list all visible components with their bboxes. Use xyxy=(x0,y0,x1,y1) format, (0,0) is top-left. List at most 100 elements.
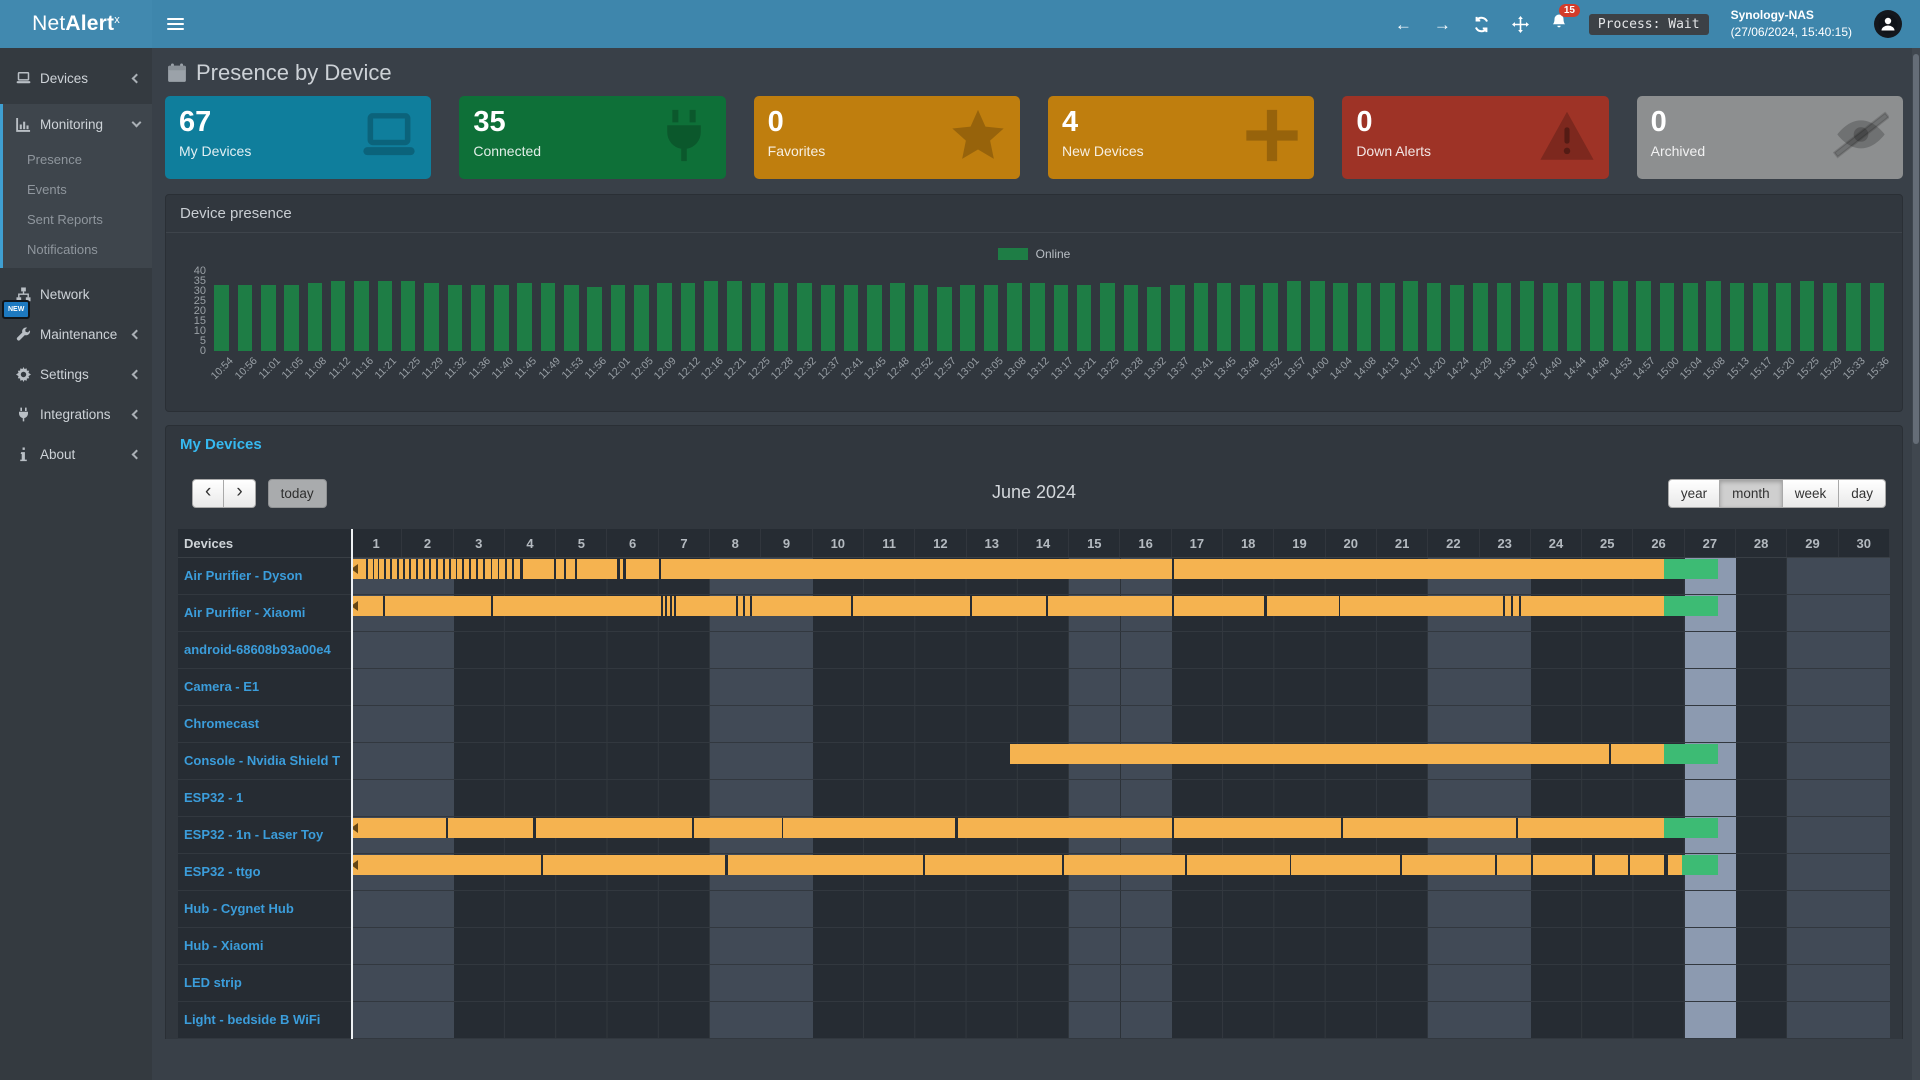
sidebar-item-integrations[interactable]: Integrations xyxy=(0,394,152,434)
presence-bar[interactable] xyxy=(634,285,648,351)
presence-bar[interactable] xyxy=(1636,281,1650,351)
device-name-link[interactable]: ESP32 - 1n - Laser Toy xyxy=(178,817,351,853)
presence-bar[interactable] xyxy=(890,283,904,351)
presence-bar[interactable] xyxy=(1217,283,1231,351)
presence-bar[interactable] xyxy=(1660,283,1674,351)
presence-bar[interactable] xyxy=(494,285,508,351)
presence-bar[interactable] xyxy=(797,283,811,351)
device-name-link[interactable]: Light - bedside B WiFi xyxy=(178,1002,351,1038)
presence-bar[interactable] xyxy=(611,285,625,351)
presence-bar[interactable] xyxy=(1077,285,1091,351)
presence-bar[interactable] xyxy=(541,283,555,351)
presence-bar[interactable] xyxy=(1846,283,1860,351)
presence-bar[interactable] xyxy=(1473,283,1487,351)
presence-bar[interactable] xyxy=(960,285,974,351)
presence-bar-online-now[interactable] xyxy=(1664,596,1718,616)
presence-bar[interactable] xyxy=(1543,283,1557,351)
presence-bar[interactable] xyxy=(401,281,415,351)
device-name-link[interactable]: Air Purifier - Dyson xyxy=(178,558,351,594)
presence-bar-online-now[interactable] xyxy=(1664,559,1718,579)
presence-bar[interactable] xyxy=(1706,281,1720,351)
sidebar-subitem-sent-reports[interactable]: Sent Reports xyxy=(3,204,152,234)
presence-bar[interactable] xyxy=(564,285,578,351)
presence-bar-online-now[interactable] xyxy=(1682,855,1718,875)
stat-card-connected[interactable]: 35 Connected xyxy=(459,96,725,179)
device-name-link[interactable]: android-68608b93a00e4 xyxy=(178,632,351,668)
presence-bar-online-now[interactable] xyxy=(1664,744,1718,764)
presence-bar-past[interactable] xyxy=(1010,744,1664,764)
presence-bar[interactable] xyxy=(261,285,275,351)
presence-bar[interactable] xyxy=(681,283,695,351)
sidebar-subitem-events[interactable]: Events xyxy=(3,174,152,204)
presence-bar[interactable] xyxy=(1520,281,1534,351)
notifications-bell[interactable]: 15 xyxy=(1551,13,1567,35)
nav-back-button[interactable]: ← xyxy=(1395,16,1412,33)
presence-bar[interactable] xyxy=(867,285,881,351)
presence-bar[interactable] xyxy=(1100,283,1114,351)
presence-bar[interactable] xyxy=(284,285,298,351)
presence-bar[interactable] xyxy=(1403,281,1417,351)
presence-bar[interactable] xyxy=(1194,283,1208,351)
presence-bar-past[interactable] xyxy=(351,855,1682,875)
presence-bar[interactable] xyxy=(1870,283,1884,351)
sidebar-item-maintenance[interactable]: NEW Maintenance xyxy=(0,314,152,354)
presence-bar[interactable] xyxy=(424,283,438,351)
presence-bar[interactable] xyxy=(1427,283,1441,351)
calendar-view-day-button[interactable]: day xyxy=(1839,479,1886,508)
presence-bar[interactable] xyxy=(984,285,998,351)
presence-bar[interactable] xyxy=(1287,281,1301,351)
presence-bar[interactable] xyxy=(1357,283,1371,351)
presence-bar[interactable] xyxy=(1497,283,1511,351)
device-name-link[interactable]: Camera - E1 xyxy=(178,669,351,705)
sidebar-item-monitoring[interactable]: Monitoring xyxy=(3,104,152,144)
refresh-icon[interactable] xyxy=(1473,16,1490,33)
presence-bar[interactable] xyxy=(238,285,252,351)
presence-bar[interactable] xyxy=(1030,283,1044,351)
presence-bar[interactable] xyxy=(1007,283,1021,351)
avatar[interactable] xyxy=(1874,10,1902,38)
calendar-view-week-button[interactable]: week xyxy=(1783,479,1840,508)
calendar-view-year-button[interactable]: year xyxy=(1668,479,1720,508)
device-name-link[interactable]: ESP32 - ttgo xyxy=(178,854,351,890)
presence-bar[interactable] xyxy=(1333,283,1347,351)
stat-card-archived[interactable]: 0 Archived xyxy=(1637,96,1903,179)
sidebar-toggle-button[interactable] xyxy=(152,0,198,48)
calendar-view-month-button[interactable]: month xyxy=(1720,479,1783,508)
presence-bar[interactable] xyxy=(937,287,951,351)
scrollbar-thumb[interactable] xyxy=(1913,54,1919,444)
presence-bar[interactable] xyxy=(774,283,788,351)
presence-bar[interactable] xyxy=(1823,283,1837,351)
presence-bar[interactable] xyxy=(1147,287,1161,351)
presence-bar[interactable] xyxy=(587,287,601,351)
presence-bar[interactable] xyxy=(331,281,345,351)
presence-bar[interactable] xyxy=(751,283,765,351)
device-name-link[interactable]: Air Purifier - Xiaomi xyxy=(178,595,351,631)
presence-bar[interactable] xyxy=(448,285,462,351)
presence-bar[interactable] xyxy=(844,285,858,351)
sidebar-item-settings[interactable]: Settings xyxy=(0,354,152,394)
sidebar-subitem-presence[interactable]: Presence xyxy=(3,144,152,174)
presence-bar[interactable] xyxy=(1170,285,1184,351)
presence-bar[interactable] xyxy=(821,285,835,351)
device-name-link[interactable]: Hub - Xiaomi xyxy=(178,928,351,964)
presence-bar[interactable] xyxy=(471,285,485,351)
sidebar-item-devices[interactable]: Devices xyxy=(0,58,152,98)
presence-bar-online-now[interactable] xyxy=(1664,818,1718,838)
device-name-link[interactable]: ESP32 - 1 xyxy=(178,780,351,816)
presence-bar[interactable] xyxy=(214,285,228,351)
presence-bar[interactable] xyxy=(657,283,671,351)
presence-bar[interactable] xyxy=(1800,281,1814,351)
presence-bar[interactable] xyxy=(1380,283,1394,351)
presence-bar[interactable] xyxy=(1054,285,1068,351)
presence-bar[interactable] xyxy=(354,281,368,351)
presence-bar[interactable] xyxy=(1753,283,1767,351)
device-name-link[interactable]: Hub - Cygnet Hub xyxy=(178,891,351,927)
stat-card-new-devices[interactable]: 4 New Devices xyxy=(1048,96,1314,179)
presence-bar[interactable] xyxy=(1310,281,1324,351)
presence-bar[interactable] xyxy=(378,281,392,351)
presence-bar[interactable] xyxy=(1613,281,1627,351)
presence-bar[interactable] xyxy=(704,281,718,351)
presence-bar[interactable] xyxy=(1124,285,1138,351)
sidebar-item-about[interactable]: About xyxy=(0,434,152,474)
presence-bar-past[interactable] xyxy=(351,559,1664,579)
